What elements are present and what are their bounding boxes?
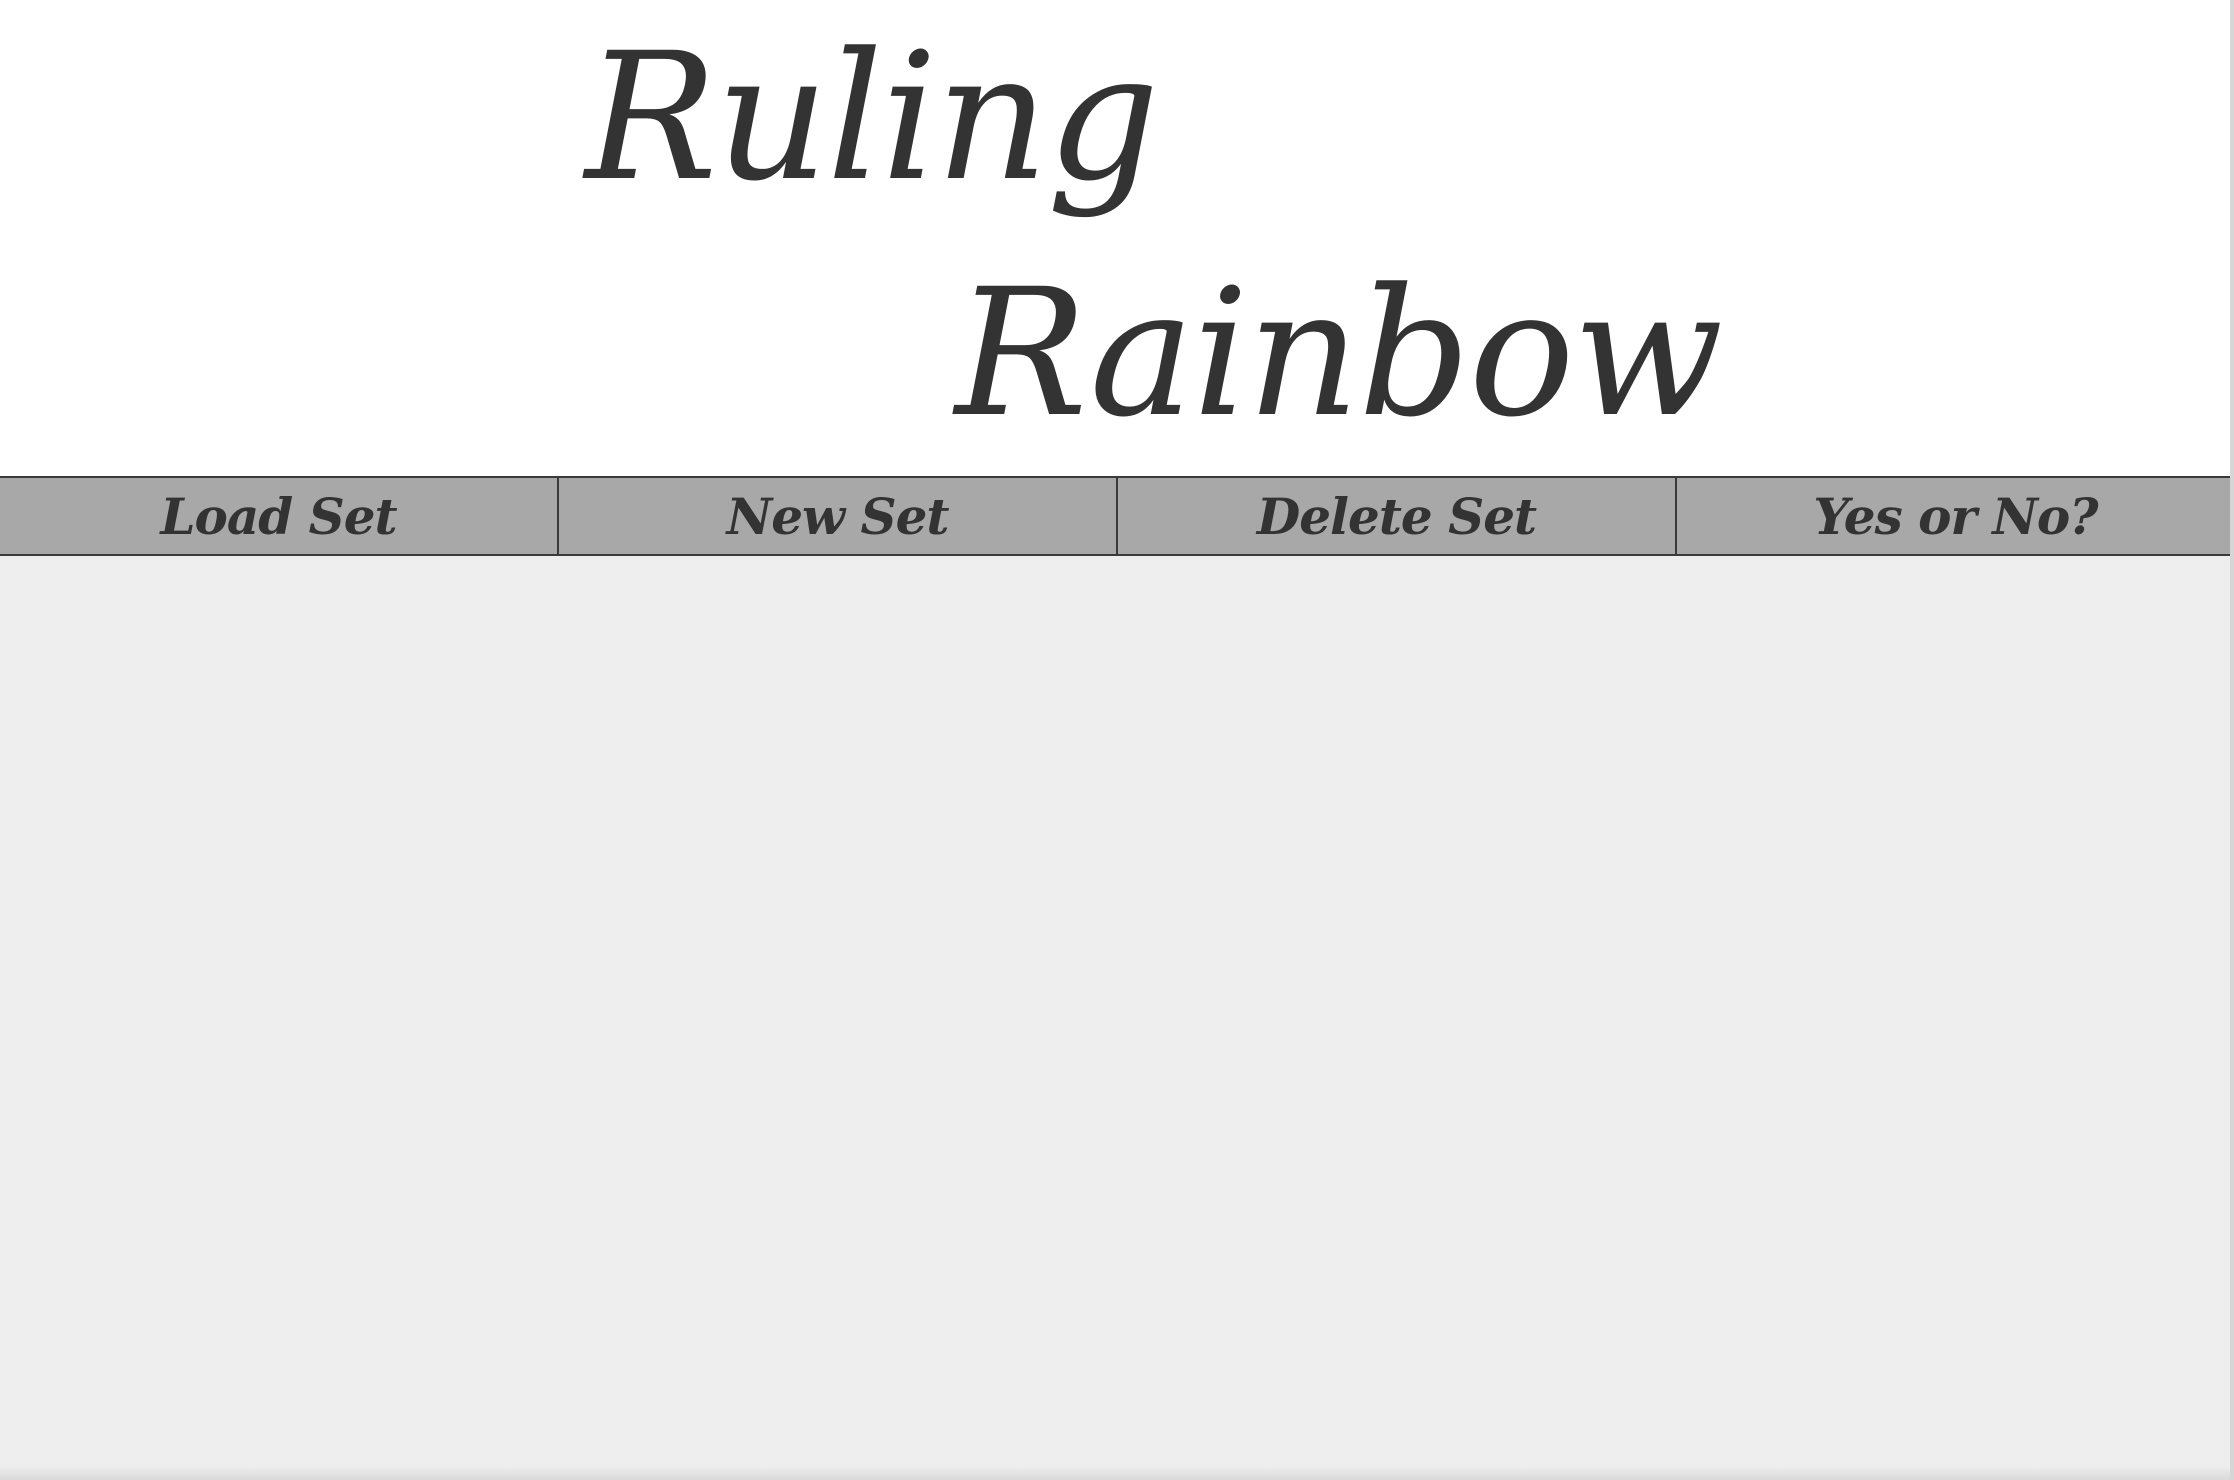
delete-set-button[interactable]: Delete Set	[1118, 478, 1677, 554]
app-title-line-2: Rainbow	[955, 251, 1723, 456]
content-bottom-shadow	[0, 1466, 2230, 1480]
main-nav: Load Set New Set Delete Set Yes or No?	[0, 476, 2234, 556]
content-area	[0, 556, 2230, 1480]
new-set-button[interactable]: New Set	[559, 478, 1118, 554]
yes-or-no-button[interactable]: Yes or No?	[1677, 478, 2234, 554]
load-set-button[interactable]: Load Set	[0, 478, 559, 554]
app-window: Ruling Rainbow Load Set New Set Delete S…	[0, 0, 2234, 1480]
header: Ruling Rainbow	[0, 0, 2234, 476]
window-right-edge	[2230, 0, 2234, 1480]
app-title-line-1: Ruling	[585, 15, 1159, 220]
